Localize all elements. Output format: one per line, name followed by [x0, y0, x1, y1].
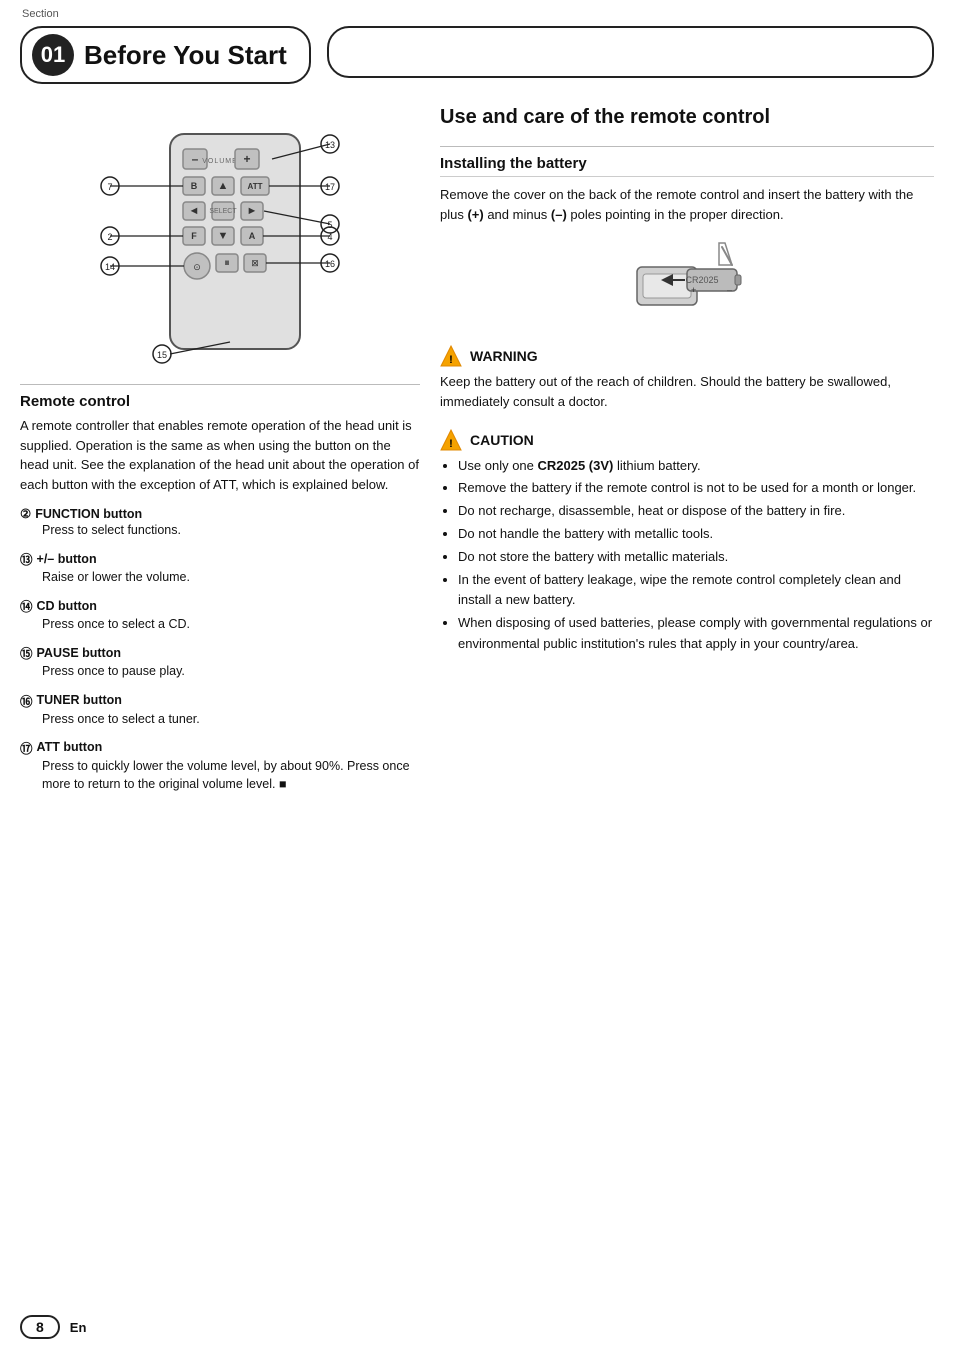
- header: 01 Before You Start: [0, 0, 954, 84]
- btn-title-function: ② FUNCTION button: [20, 506, 420, 521]
- svg-text:5: 5: [327, 220, 332, 230]
- section-label: Section: [22, 8, 59, 20]
- list-item: In the event of battery leakage, wipe th…: [458, 570, 934, 612]
- remote-diagram: – VOLUME + B ▲ ATT ◄ SELECT ►: [20, 114, 420, 374]
- button-descriptions: ② FUNCTION button Press to select functi…: [20, 506, 420, 793]
- warning-text: Keep the battery out of the reach of chi…: [440, 372, 934, 412]
- list-item: Do not recharge, disassemble, heat or di…: [458, 501, 934, 522]
- installing-title: Installing the battery: [440, 155, 934, 177]
- caution-list: Use only one CR2025 (3V) lithium battery…: [440, 456, 934, 655]
- svg-text:+: +: [691, 285, 696, 295]
- btn-num-16: ⑯: [20, 691, 33, 710]
- main-content: – VOLUME + B ▲ ATT ◄ SELECT ►: [0, 84, 954, 813]
- btn-num-14: ⑭: [20, 596, 33, 615]
- svg-text:⊠: ⊠: [251, 258, 259, 268]
- svg-text:SELECT: SELECT: [209, 208, 237, 215]
- battery-illustration: CR2025 + –: [440, 237, 934, 327]
- svg-text:⏸: ⏸: [224, 257, 230, 269]
- svg-text:⊙: ⊙: [193, 262, 201, 272]
- svg-text:16: 16: [325, 259, 335, 269]
- btn-num-2: ②: [20, 506, 31, 521]
- svg-text:A: A: [249, 231, 256, 241]
- svg-text:!: !: [449, 438, 453, 450]
- btn-desc-pause: ⑮ PAUSE button Press once to pause play.: [20, 643, 420, 680]
- svg-text:17: 17: [325, 182, 335, 192]
- svg-text:▼: ▼: [218, 230, 229, 242]
- remote-control-body: A remote controller that enables remote …: [20, 416, 420, 494]
- list-item: When disposing of used batteries, please…: [458, 613, 934, 655]
- svg-text:13: 13: [325, 140, 335, 150]
- svg-text:CR2025: CR2025: [685, 275, 718, 285]
- svg-text:+: +: [243, 152, 250, 166]
- svg-text:ATT: ATT: [248, 182, 263, 191]
- svg-text:15: 15: [157, 350, 167, 360]
- btn-title-cd: ⑭ CD button: [20, 596, 420, 615]
- installing-text: Remove the cover on the back of the remo…: [440, 185, 934, 225]
- btn-title-tuner: ⑯ TUNER button: [20, 691, 420, 710]
- caution-header: ! CAUTION: [440, 429, 934, 451]
- page-title: Before You Start: [84, 40, 287, 71]
- footer: 8 En: [20, 1315, 86, 1339]
- btn-desc-plus-minus: ⑬ +/– button Raise or lower the volume.: [20, 549, 420, 586]
- btn-text-tuner: Press once to select a tuner.: [20, 710, 420, 728]
- list-item: Do not store the battery with metallic m…: [458, 547, 934, 568]
- svg-text:▲: ▲: [218, 180, 229, 192]
- warning-label: WARNING: [470, 348, 538, 364]
- warning-icon: !: [440, 345, 462, 367]
- use-care-title: Use and care of the remote control: [440, 104, 934, 130]
- left-column: – VOLUME + B ▲ ATT ◄ SELECT ►: [20, 94, 420, 803]
- svg-text:–: –: [192, 152, 199, 166]
- btn-text-pause: Press once to pause play.: [20, 662, 420, 680]
- caution-icon: !: [440, 429, 462, 451]
- remote-control-section: Remote control A remote controller that …: [20, 393, 420, 494]
- section-number: 01: [32, 34, 74, 76]
- svg-text:◄: ◄: [189, 205, 200, 217]
- right-column: Use and care of the remote control Insta…: [440, 94, 934, 803]
- btn-num-17: ⑰: [20, 738, 33, 757]
- btn-desc-tuner: ⑯ TUNER button Press once to select a tu…: [20, 691, 420, 728]
- svg-text:–: –: [727, 285, 732, 295]
- svg-text:F: F: [191, 231, 197, 241]
- header-left: 01 Before You Start: [20, 26, 311, 84]
- btn-text-att: Press to quickly lower the volume level,…: [20, 757, 420, 793]
- btn-text-plus-minus: Raise or lower the volume.: [20, 568, 420, 586]
- btn-text-function: Press to select functions.: [20, 521, 420, 539]
- btn-desc-cd: ⑭ CD button Press once to select a CD.: [20, 596, 420, 633]
- btn-num-13: ⑬: [20, 549, 33, 568]
- svg-text:4: 4: [327, 232, 332, 242]
- btn-text-cd: Press once to select a CD.: [20, 615, 420, 633]
- svg-text:B: B: [191, 181, 198, 191]
- btn-title-plus-minus: ⑬ +/– button: [20, 549, 420, 568]
- svg-text:VOLUME: VOLUME: [202, 158, 238, 165]
- warning-header: ! WARNING: [440, 345, 934, 367]
- list-item: Do not handle the battery with metallic …: [458, 524, 934, 545]
- svg-text:14: 14: [105, 262, 115, 272]
- list-item: Use only one CR2025 (3V) lithium battery…: [458, 456, 934, 477]
- btn-desc-function: ② FUNCTION button Press to select functi…: [20, 506, 420, 539]
- page-language: En: [70, 1320, 87, 1335]
- header-right-box: [327, 26, 934, 78]
- svg-text:7: 7: [107, 182, 112, 192]
- caution-label: CAUTION: [470, 432, 534, 448]
- btn-num-15: ⑮: [20, 643, 33, 662]
- list-item: Remove the battery if the remote control…: [458, 478, 934, 499]
- svg-text:2: 2: [107, 232, 112, 242]
- btn-title-att: ⑰ ATT button: [20, 738, 420, 757]
- warning-block: ! WARNING Keep the battery out of the re…: [440, 345, 934, 412]
- btn-title-pause: ⑮ PAUSE button: [20, 643, 420, 662]
- remote-control-title: Remote control: [20, 393, 420, 410]
- page-number: 8: [20, 1315, 60, 1339]
- btn-desc-att: ⑰ ATT button Press to quickly lower the …: [20, 738, 420, 793]
- caution-block: ! CAUTION Use only one CR2025 (3V) lithi…: [440, 429, 934, 655]
- svg-text:►: ►: [247, 205, 258, 217]
- svg-text:!: !: [449, 354, 453, 366]
